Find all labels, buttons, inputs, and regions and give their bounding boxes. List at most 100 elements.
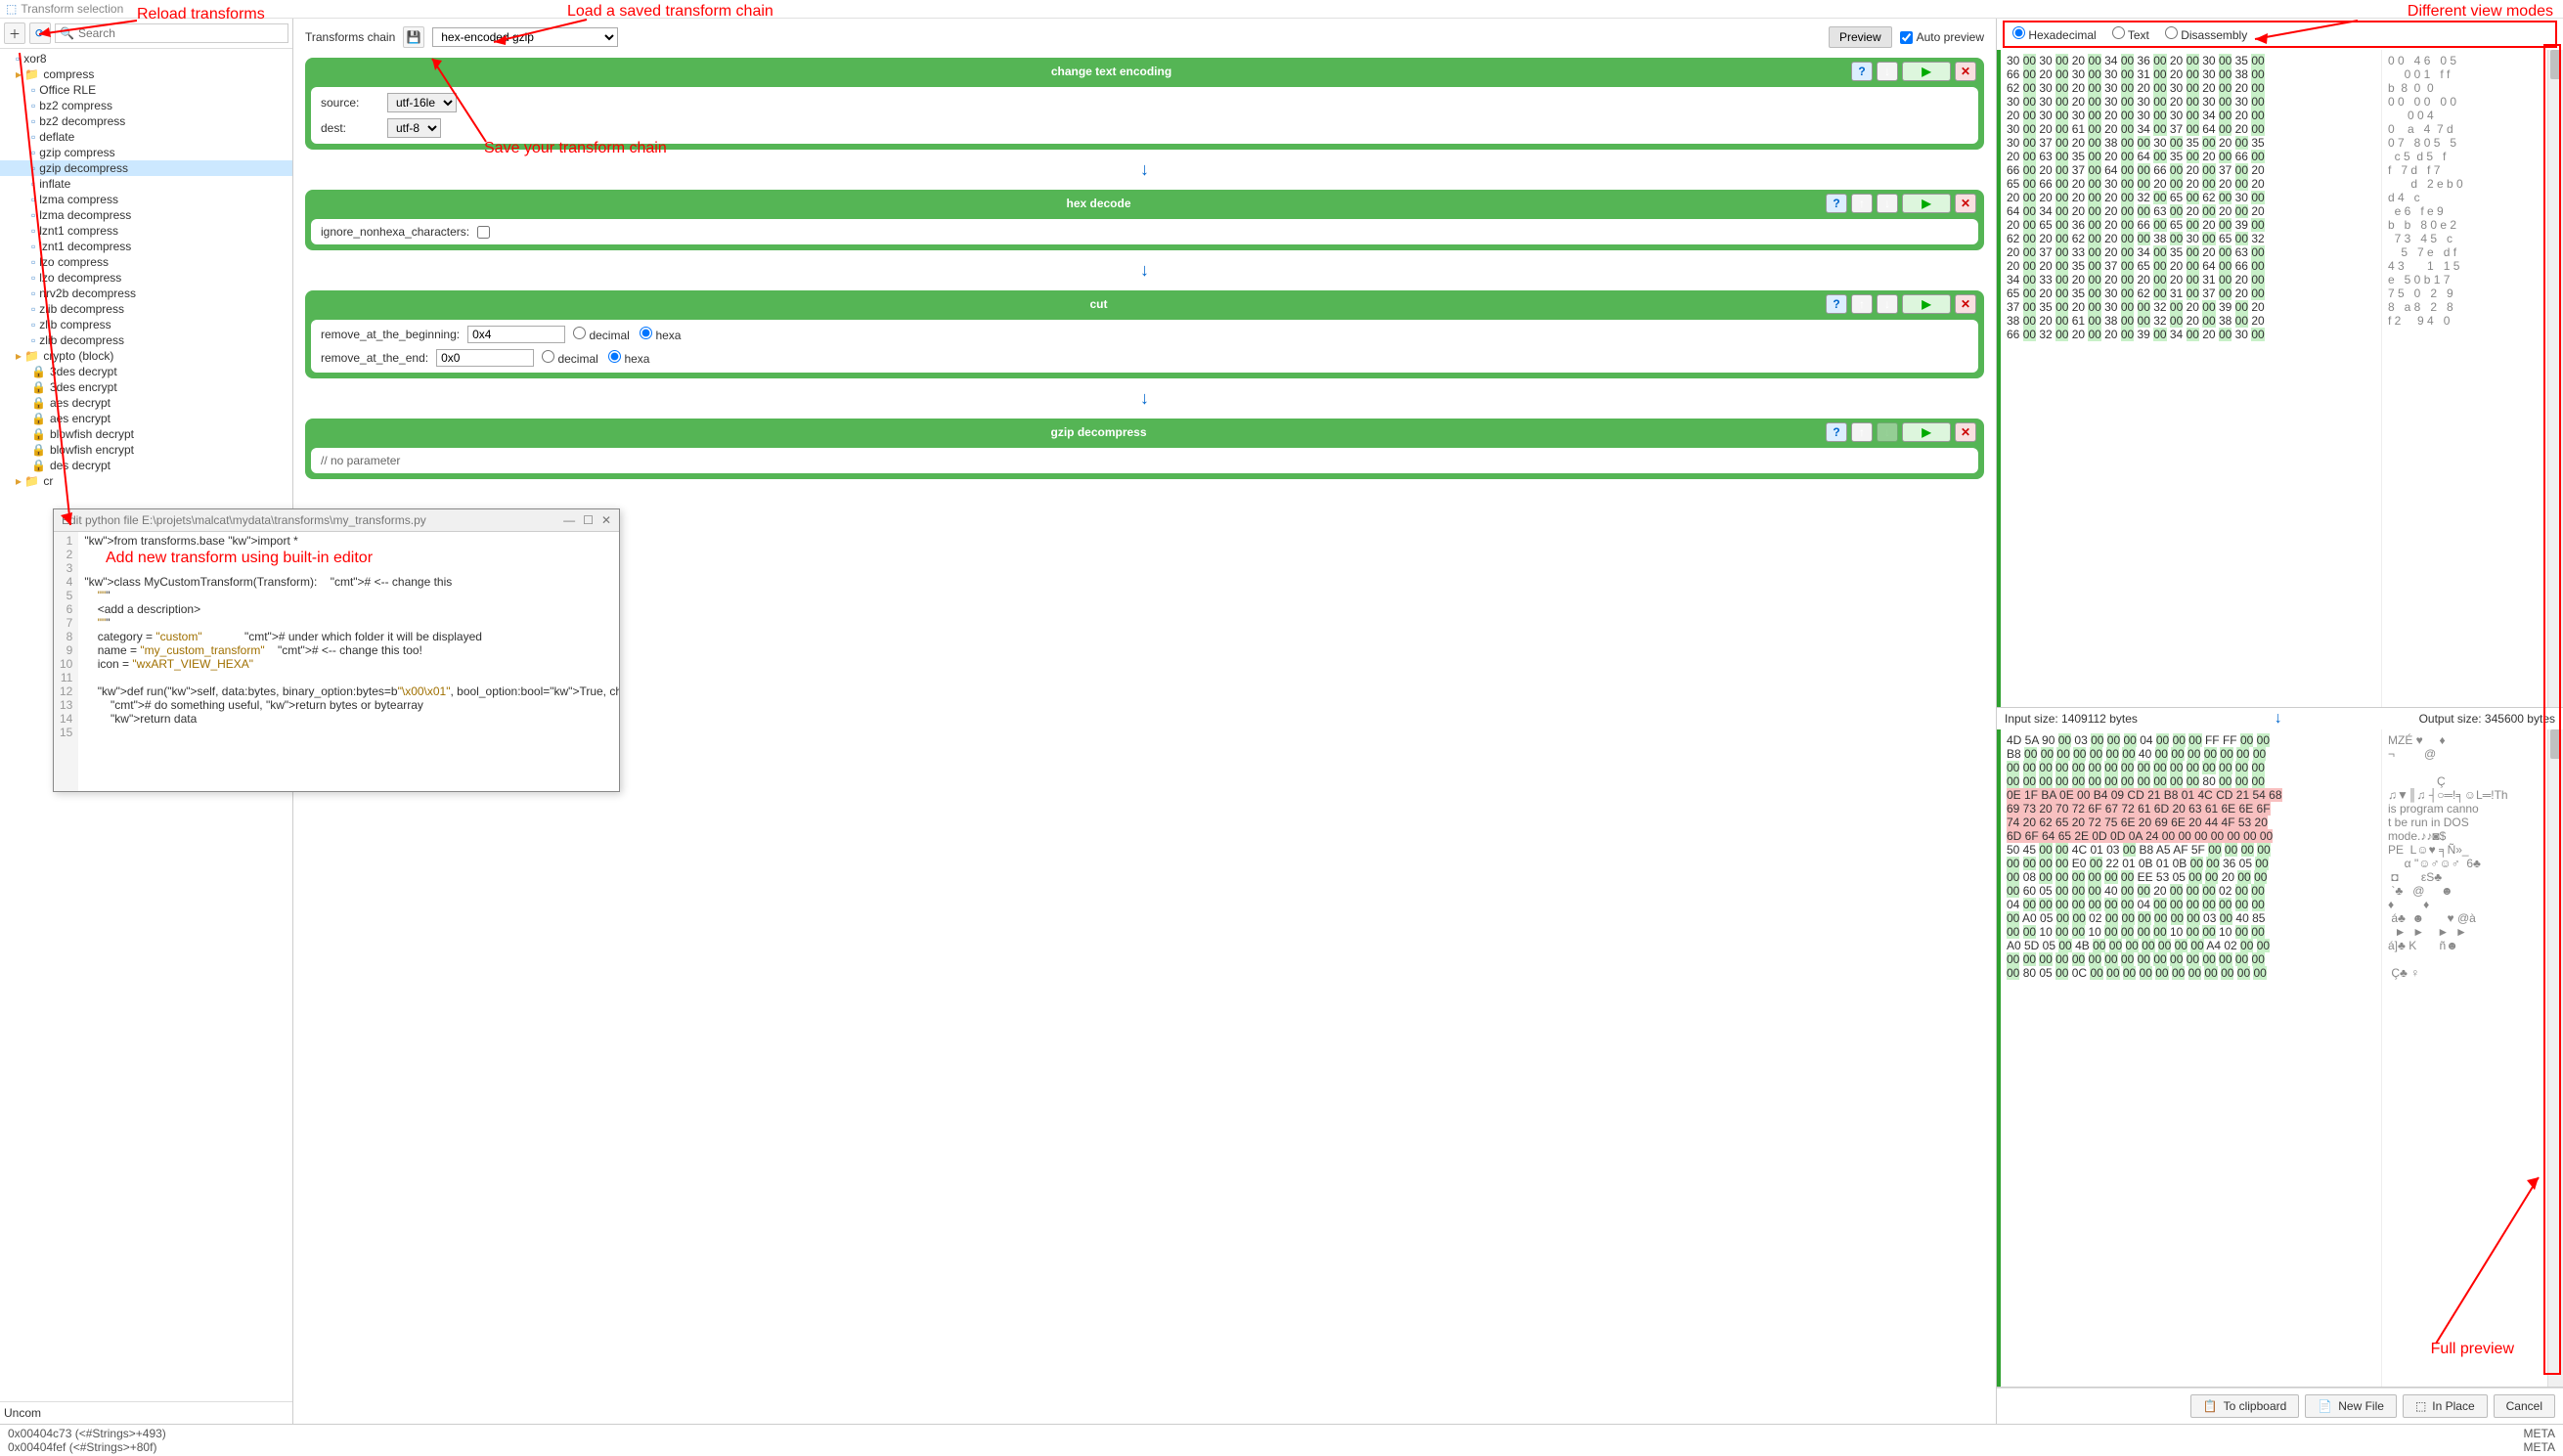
- tree-item[interactable]: 🔒 3des decrypt: [0, 364, 292, 379]
- card-title: hex decode: [372, 197, 1826, 210]
- tree-item[interactable]: ▫ bz2 compress: [0, 98, 292, 113]
- tree-item[interactable]: ▫ lzma decompress: [0, 207, 292, 223]
- tree-item[interactable]: ▫ Office RLE: [0, 82, 292, 98]
- begin-input[interactable]: [467, 326, 565, 343]
- tree-item[interactable]: ▫ lznt1 compress: [0, 223, 292, 239]
- in-place-button[interactable]: ⬚In Place: [2403, 1394, 2488, 1418]
- preview-button[interactable]: Preview: [1829, 26, 1892, 48]
- end-label: remove_at_the_end:: [321, 351, 428, 365]
- file-icon: ▫: [31, 193, 35, 206]
- move-down-button[interactable]: ↓: [1877, 294, 1898, 314]
- tree-item[interactable]: 🔒 des decrypt: [0, 458, 292, 473]
- move-down-button[interactable]: ↓: [1877, 194, 1898, 213]
- folder-icon: ▸ 📁: [16, 67, 39, 81]
- chain-select[interactable]: hex-encoded gzip: [432, 27, 618, 47]
- file-icon: ▫: [31, 146, 35, 159]
- tree-item[interactable]: 🔒 blowfish encrypt: [0, 442, 292, 458]
- tree-item[interactable]: ▸ 📁 cr: [0, 473, 292, 489]
- tree-item[interactable]: ▫ xor8: [0, 51, 292, 66]
- search-icon: 🔍: [60, 26, 74, 40]
- tree-item[interactable]: ▫ lzo compress: [0, 254, 292, 270]
- tree-item[interactable]: 🔒 blowfish decrypt: [0, 426, 292, 442]
- move-down-button[interactable]: ↓: [1877, 422, 1898, 442]
- help-button[interactable]: ?: [1826, 422, 1847, 442]
- tree-item[interactable]: 🔒 aes encrypt: [0, 411, 292, 426]
- tree-item[interactable]: ▫ zlib decompress: [0, 301, 292, 317]
- maximize-icon[interactable]: ☐: [583, 513, 594, 527]
- radio-hexa[interactable]: hexa: [640, 327, 698, 342]
- move-up-button[interactable]: ↑: [1851, 294, 1873, 314]
- tree-item[interactable]: ▫ gzip decompress: [0, 160, 292, 176]
- begin-label: remove_at_the_beginning:: [321, 328, 460, 341]
- tree-item[interactable]: ▫ deflate: [0, 129, 292, 145]
- tree-label: lzo decompress: [39, 271, 121, 285]
- ignore-checkbox[interactable]: [477, 226, 490, 239]
- delete-button[interactable]: ✕: [1955, 194, 1976, 213]
- search-box[interactable]: 🔍: [55, 23, 288, 43]
- run-button[interactable]: ▶: [1902, 294, 1951, 314]
- move-down-button[interactable]: ↓: [1877, 62, 1898, 81]
- tree-label: 3des encrypt: [50, 380, 117, 394]
- tree-item[interactable]: ▫ lznt1 decompress: [0, 239, 292, 254]
- tree-item[interactable]: ▫ nrv2b decompress: [0, 286, 292, 301]
- delete-button[interactable]: ✕: [1955, 422, 1976, 442]
- radio-decimal[interactable]: decimal: [573, 327, 632, 342]
- viewmode-disasm[interactable]: Disassembly: [2165, 26, 2247, 42]
- delete-button[interactable]: ✕: [1955, 294, 1976, 314]
- tree-item[interactable]: ▫ inflate: [0, 176, 292, 192]
- file-icon: ▫: [31, 224, 35, 238]
- add-button[interactable]: ＋: [4, 22, 25, 44]
- code-area[interactable]: "kw">from transforms.base "kw">import * …: [78, 532, 619, 791]
- delete-button[interactable]: ✕: [1955, 62, 1976, 81]
- tree-item[interactable]: ▫ zlib decompress: [0, 332, 292, 348]
- run-button[interactable]: ▶: [1902, 62, 1951, 81]
- minimize-icon[interactable]: —: [563, 513, 575, 527]
- new-file-button[interactable]: 📄New File: [2305, 1394, 2397, 1418]
- radio-decimal[interactable]: decimal: [542, 350, 600, 366]
- move-up-button[interactable]: ↑: [1851, 422, 1873, 442]
- end-input[interactable]: [436, 349, 534, 367]
- tree-item[interactable]: ▫ gzip compress: [0, 145, 292, 160]
- editor-window[interactable]: Edit python file E:\projets\malcat\mydat…: [53, 508, 620, 792]
- dest-select[interactable]: utf-8: [387, 118, 441, 138]
- tree-item[interactable]: ▸ 📁 crypto (block): [0, 348, 292, 364]
- tree-label: des decrypt: [50, 459, 110, 472]
- auto-preview-checkbox[interactable]: Auto preview: [1900, 30, 1984, 44]
- cancel-button[interactable]: Cancel: [2494, 1394, 2555, 1418]
- hex-ascii: MZÉ ♥ ♦ ¬ @ Ç ♫▼║♫ ┤○═!╕☺L═!Th is progra…: [2381, 729, 2547, 1387]
- viewmode-text[interactable]: Text: [2112, 26, 2149, 42]
- scrollbar[interactable]: [2547, 729, 2563, 1387]
- tree-item[interactable]: ▫ lzo decompress: [0, 270, 292, 286]
- close-icon[interactable]: ✕: [601, 513, 611, 527]
- tree-label: Office RLE: [39, 83, 96, 97]
- scrollbar[interactable]: [2547, 50, 2563, 707]
- reload-button[interactable]: ⟳: [29, 22, 51, 44]
- tree-label: crypto (block): [43, 349, 113, 363]
- help-button[interactable]: ?: [1851, 62, 1873, 81]
- tree-item[interactable]: 🔒 3des encrypt: [0, 379, 292, 395]
- viewmode-switcher[interactable]: Hexadecimal Text Disassembly: [2003, 21, 2557, 48]
- tree-item[interactable]: ▫ lzma compress: [0, 192, 292, 207]
- hex-ascii: 0 0 4 6 0 5 0 0 1 f f b 8 0 0 0 0 0 0 0 …: [2381, 50, 2547, 707]
- help-button[interactable]: ?: [1826, 294, 1847, 314]
- card-title: cut: [372, 297, 1826, 311]
- help-button[interactable]: ?: [1826, 194, 1847, 213]
- file-icon: ▫: [31, 302, 35, 316]
- move-up-button[interactable]: ↑: [1851, 194, 1873, 213]
- file-icon: ▫: [31, 240, 35, 253]
- tree-item[interactable]: ▫ bz2 decompress: [0, 113, 292, 129]
- search-input[interactable]: [78, 26, 284, 40]
- hex-output-pane[interactable]: 4D 5A 90 00 03 00 00 00 04 00 00 00 FF F…: [1997, 729, 2563, 1388]
- radio-hexa[interactable]: hexa: [608, 350, 667, 366]
- tree-item[interactable]: ▫ zlib compress: [0, 317, 292, 332]
- save-chain-button[interactable]: 💾: [403, 26, 424, 48]
- tree-item[interactable]: 🔒 aes decrypt: [0, 395, 292, 411]
- to-clipboard-button[interactable]: 📋To clipboard: [2190, 1394, 2300, 1418]
- run-button[interactable]: ▶: [1902, 194, 1951, 213]
- file-icon: 📄: [2318, 1399, 2332, 1413]
- viewmode-hex[interactable]: Hexadecimal: [2012, 26, 2097, 42]
- source-select[interactable]: utf-16le: [387, 93, 457, 112]
- tree-item[interactable]: ▸ 📁 compress: [0, 66, 292, 82]
- run-button[interactable]: ▶: [1902, 422, 1951, 442]
- hex-input-pane[interactable]: 30 00 30 00 20 00 34 00 36 00 20 00 30 0…: [1997, 50, 2563, 708]
